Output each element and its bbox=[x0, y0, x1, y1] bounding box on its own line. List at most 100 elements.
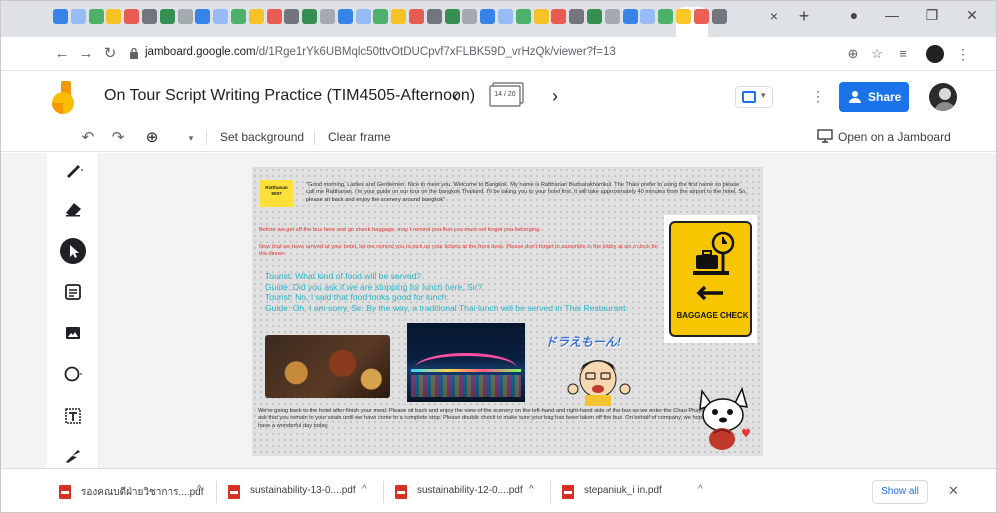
browser-tab[interactable] bbox=[302, 9, 318, 24]
undo-icon[interactable]: ↶ bbox=[79, 129, 97, 147]
pen-icon[interactable] bbox=[60, 157, 86, 183]
browser-tab[interactable] bbox=[373, 9, 389, 24]
laser-icon[interactable] bbox=[60, 442, 86, 468]
circle-icon[interactable] bbox=[60, 361, 86, 387]
text-box-icon[interactable] bbox=[60, 403, 86, 429]
browser-tab[interactable] bbox=[231, 9, 246, 24]
star-icon[interactable]: ☆ bbox=[869, 46, 885, 62]
reminder-text-2[interactable]: Now that we have arrived at your hotel, … bbox=[259, 244, 659, 259]
redo-icon[interactable]: ↷ bbox=[109, 129, 127, 147]
browser-tab[interactable] bbox=[409, 9, 424, 24]
download-item[interactable]: stepaniuk_i in.pdf ^ bbox=[562, 482, 712, 502]
toolbar: ↶ ↷ ⊕ ▾ Set background Clear frame Open … bbox=[1, 124, 996, 152]
browser-tab[interactable] bbox=[266, 9, 282, 24]
tab-close-icon[interactable]: × bbox=[767, 8, 781, 24]
browser-tab[interactable] bbox=[515, 9, 531, 24]
zoom-icon[interactable]: ⊕ bbox=[845, 46, 861, 62]
browser-tab[interactable] bbox=[551, 9, 567, 24]
profile-icon[interactable] bbox=[926, 45, 944, 63]
browser-tab[interactable] bbox=[533, 9, 549, 24]
download-item[interactable]: sustainability-12-0....pdf ^ bbox=[395, 482, 545, 502]
browser-tab[interactable] bbox=[159, 9, 175, 24]
forward-arrow-icon[interactable]: → bbox=[77, 45, 95, 63]
browser-tab[interactable] bbox=[426, 9, 442, 24]
url-bar[interactable]: jamboard.google.com/d/1Rge1rYk6UBMqlc50t… bbox=[123, 43, 907, 65]
tab-strip: × + ● — ❐ ✕ bbox=[1, 1, 996, 37]
tab-search-icon[interactable]: ● bbox=[839, 5, 869, 25]
browser-tab[interactable] bbox=[248, 9, 264, 24]
browser-tab[interactable] bbox=[498, 9, 513, 24]
browser-tab[interactable] bbox=[587, 9, 602, 24]
browser-tab[interactable] bbox=[213, 9, 229, 24]
new-tab-button[interactable]: + bbox=[794, 6, 814, 26]
browser-tab[interactable] bbox=[604, 9, 620, 24]
avatar[interactable] bbox=[929, 83, 957, 111]
jamboard-device-icon bbox=[817, 129, 833, 143]
bridge-night-image[interactable] bbox=[407, 323, 525, 402]
browser-tab[interactable] bbox=[355, 9, 371, 24]
browser-tab[interactable] bbox=[462, 9, 478, 24]
reminder-text-1[interactable]: Before we get off the bus here and go ch… bbox=[259, 227, 659, 233]
back-arrow-icon[interactable]: ← bbox=[53, 45, 71, 63]
browser-tab[interactable] bbox=[70, 9, 86, 24]
select-icon[interactable] bbox=[60, 238, 86, 264]
reload-icon[interactable]: ↻ bbox=[101, 45, 119, 63]
clear-frame-button[interactable]: Clear frame bbox=[328, 130, 391, 144]
close-window-button[interactable]: ✕ bbox=[957, 5, 987, 25]
next-frame-button[interactable]: › bbox=[547, 86, 563, 106]
chevron-up-icon[interactable]: ^ bbox=[362, 484, 367, 495]
browser-tab[interactable] bbox=[569, 9, 585, 24]
browser-tab[interactable] bbox=[142, 9, 157, 24]
browser-tab[interactable] bbox=[640, 9, 656, 24]
divider bbox=[216, 481, 217, 503]
reading-list-icon[interactable]: ≡ bbox=[895, 46, 911, 62]
browser-tab[interactable] bbox=[177, 9, 193, 24]
chevron-up-icon[interactable]: ^ bbox=[197, 484, 202, 495]
browser-tab[interactable] bbox=[622, 9, 638, 24]
browser-tab[interactable] bbox=[658, 9, 674, 24]
sticky-note-icon[interactable] bbox=[60, 279, 86, 305]
more-icon[interactable]: ⋮ bbox=[956, 45, 970, 63]
show-all-button[interactable]: Show all bbox=[872, 480, 928, 504]
share-button[interactable]: Share bbox=[839, 82, 909, 112]
browser-tab[interactable] bbox=[320, 9, 335, 24]
browser-tab[interactable] bbox=[53, 9, 68, 24]
browser-tab[interactable] bbox=[444, 9, 460, 24]
browser-tab[interactable] bbox=[711, 9, 727, 24]
sticky-note[interactable]: Ratthanan 9097 bbox=[260, 180, 293, 207]
more-options-icon[interactable]: ⋮ bbox=[811, 88, 825, 108]
browser-tab[interactable] bbox=[284, 9, 300, 24]
maximize-button[interactable]: ❐ bbox=[917, 5, 947, 25]
set-background-button[interactable]: Set background bbox=[220, 130, 304, 144]
browser-tab[interactable] bbox=[480, 9, 496, 24]
intro-text[interactable]: "Good morning, Ladies and Gentlemen. Nic… bbox=[306, 182, 748, 204]
bulldog-sticker[interactable] bbox=[692, 383, 755, 453]
baggage-check-sign[interactable]: BAGGAGE CHECK bbox=[664, 215, 757, 343]
minimize-button[interactable]: — bbox=[877, 5, 907, 25]
frame-bar-toggle[interactable]: 14 / 20 bbox=[487, 81, 529, 111]
eraser-icon[interactable] bbox=[60, 195, 86, 221]
chevron-up-icon[interactable]: ^ bbox=[529, 484, 534, 495]
board-title[interactable]: On Tour Script Writing Practice (TIM4505… bbox=[104, 87, 475, 105]
present-button[interactable]: ▾ bbox=[735, 86, 773, 108]
dialogue-text[interactable]: Tourist: What kind of food will be serve… bbox=[265, 271, 655, 313]
browser-tab[interactable] bbox=[195, 9, 211, 24]
browser-tab[interactable] bbox=[391, 9, 407, 24]
download-item[interactable]: รองคณบดีฝ่ายวิชาการ....pdf ^ bbox=[59, 482, 209, 502]
cartoon-sticker[interactable]: ドラえもーん! bbox=[543, 331, 645, 406]
browser-tab[interactable] bbox=[106, 9, 122, 24]
chevron-up-icon[interactable]: ^ bbox=[698, 484, 703, 495]
browser-tab[interactable] bbox=[88, 9, 104, 24]
close-download-bar-icon[interactable]: ✕ bbox=[948, 483, 959, 499]
thai-food-image[interactable] bbox=[265, 335, 390, 398]
browser-tab[interactable] bbox=[124, 9, 140, 24]
zoom-in-icon[interactable]: ⊕ bbox=[143, 129, 161, 147]
download-item[interactable]: sustainability-13-0....pdf ^ bbox=[228, 482, 378, 502]
browser-tab[interactable] bbox=[337, 9, 353, 24]
closing-text[interactable]: We're going back to the hotel after fini… bbox=[258, 408, 728, 430]
zoom-dropdown-icon[interactable]: ▾ bbox=[182, 129, 200, 147]
browser-tab[interactable] bbox=[693, 9, 709, 24]
previous-frame-button[interactable]: ‹ bbox=[448, 86, 464, 106]
browser-tab[interactable] bbox=[676, 9, 691, 24]
image-icon[interactable] bbox=[60, 320, 86, 346]
